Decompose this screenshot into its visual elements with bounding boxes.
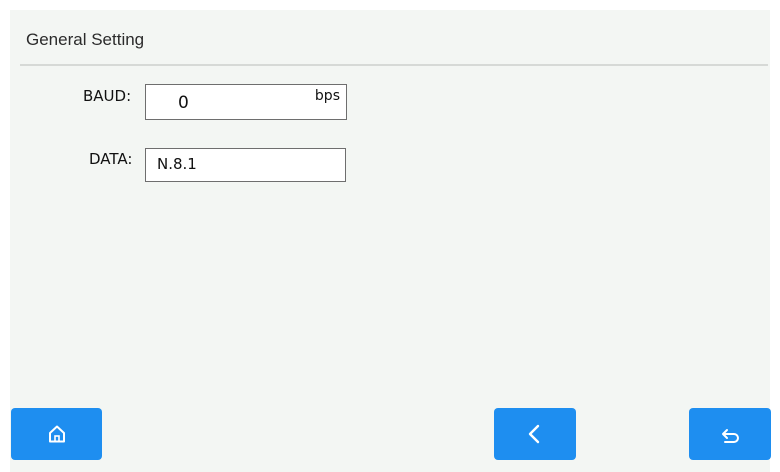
title-divider bbox=[20, 64, 768, 66]
baud-value: 0 bbox=[178, 93, 189, 113]
settings-screen: General Setting BAUD: 0 bps DATA: N.8.1 bbox=[10, 10, 771, 472]
baud-field[interactable]: 0 bps bbox=[145, 84, 347, 120]
return-button[interactable] bbox=[689, 408, 771, 460]
previous-button[interactable] bbox=[494, 408, 576, 460]
baud-label: BAUD: bbox=[83, 87, 132, 105]
home-icon bbox=[48, 425, 65, 443]
baud-unit: bps bbox=[314, 88, 340, 104]
home-button[interactable] bbox=[11, 408, 102, 460]
data-field[interactable]: N.8.1 bbox=[145, 148, 346, 182]
return-icon bbox=[722, 429, 739, 443]
page-title: General Setting bbox=[26, 30, 145, 49]
data-label: DATA: bbox=[89, 150, 133, 168]
chevron-left-icon bbox=[528, 424, 540, 444]
data-value: N.8.1 bbox=[157, 155, 197, 173]
